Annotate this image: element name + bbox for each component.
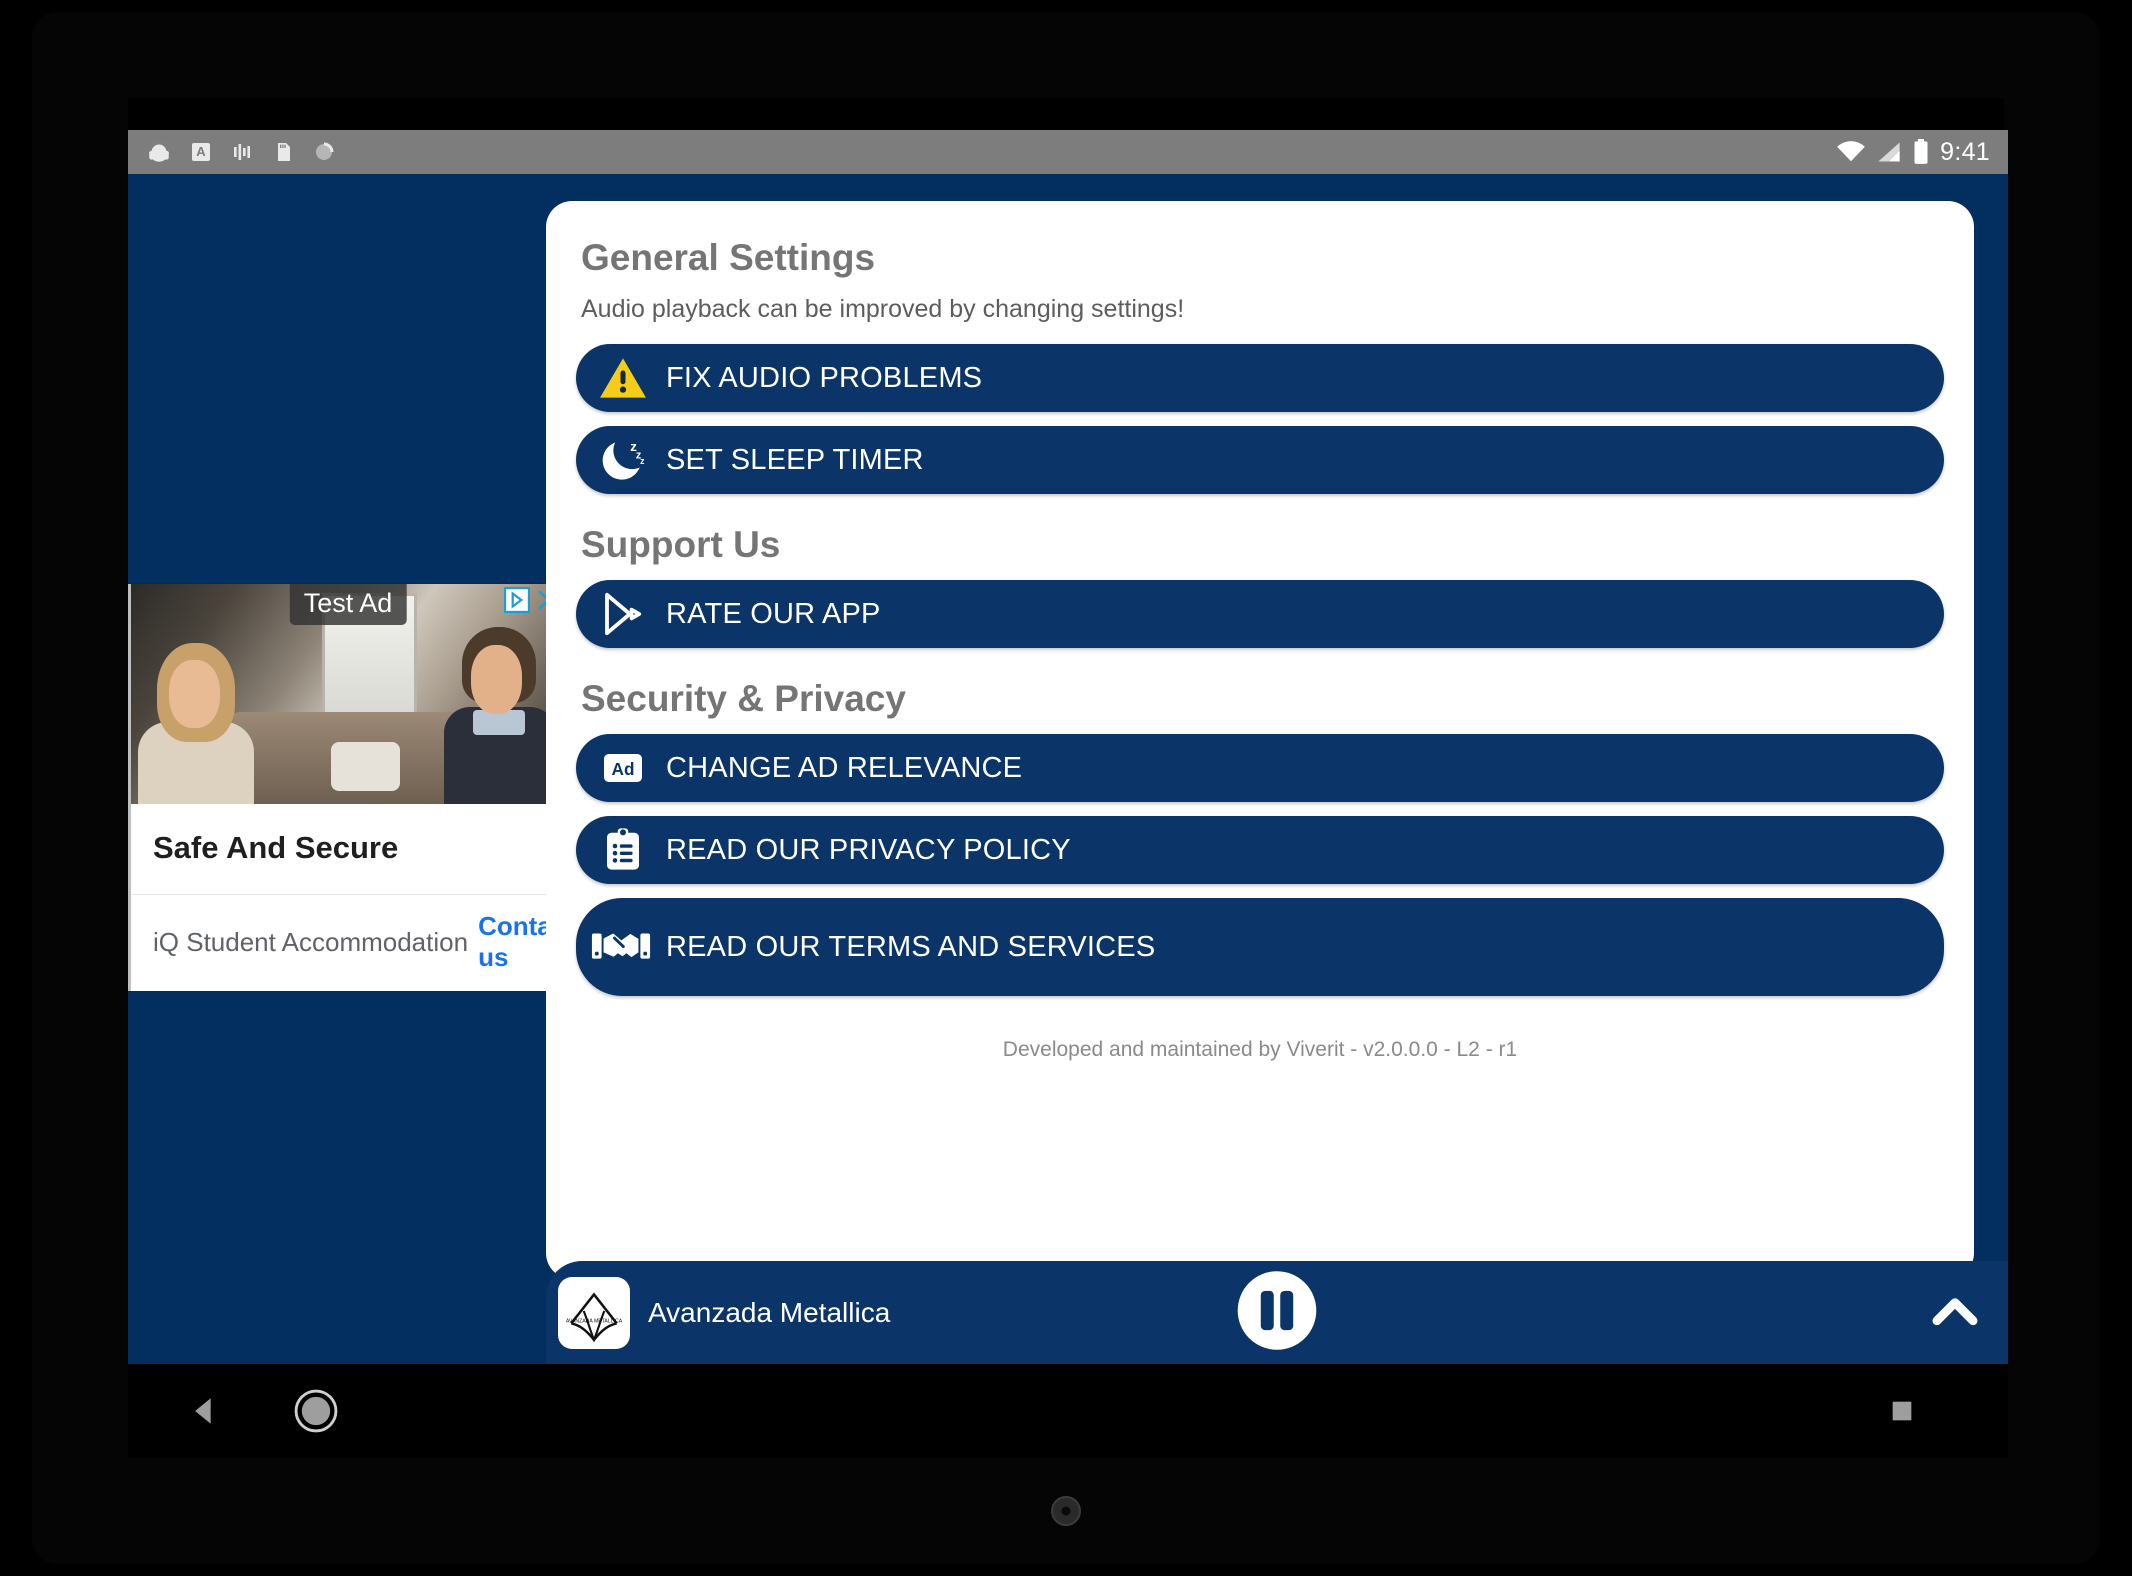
android-status-bar: A 9:41 [128, 130, 2008, 174]
set-sleep-timer-label: SET SLEEP TIMER [666, 443, 924, 476]
sleep-moon-icon: z z z [594, 431, 652, 489]
svg-text:Ad: Ad [612, 759, 635, 779]
ad-image[interactable]: Test Ad [131, 584, 565, 804]
ad-badge-icon: Ad [594, 739, 652, 797]
expand-player-button[interactable] [1924, 1282, 1986, 1344]
nav-back-button[interactable] [188, 1394, 222, 1428]
ad-test-badge: Test Ad [289, 584, 407, 625]
station-title: Avanzada Metallica [648, 1296, 891, 1328]
ad-headline: Safe And Secure [131, 804, 565, 895]
clipboard-list-icon [594, 821, 652, 879]
fix-audio-problems-button[interactable]: FIX AUDIO PROBLEMS [576, 344, 1944, 412]
ad-person-right [443, 624, 557, 804]
warning-triangle-icon [594, 349, 652, 407]
read-terms-and-services-label: READ OUR TERMS AND SERVICES [666, 930, 1156, 963]
station-artwork: AVANZADA METALLICA [558, 1276, 630, 1349]
svg-text:AVANZADA METALLICA: AVANZADA METALLICA [566, 1318, 623, 1324]
headphones-icon [149, 142, 169, 162]
section-title-general: General Settings [581, 237, 876, 278]
section-title-security: Security & Privacy [581, 678, 906, 719]
recents-square-icon [1892, 1401, 1912, 1421]
change-ad-relevance-button[interactable]: Ad CHANGE AD RELEVANCE [576, 734, 1944, 802]
set-sleep-timer-button[interactable]: z z z SET SLEEP TIMER [576, 426, 1944, 494]
app-background: Test Ad Safe And Secure iQ Student Accom… [128, 174, 2008, 1364]
nav-home-button[interactable] [293, 1388, 339, 1434]
footer-credit: Developed and maintained by Viverit - v2… [1002, 1038, 1518, 1061]
rate-our-app-button[interactable]: RATE OUR APP [576, 580, 1944, 648]
cell-signal-icon [1878, 142, 1900, 162]
settings-sheet: General Settings Audio playback can be i… [546, 201, 1974, 1279]
ad-advertiser-name: iQ Student Accommodation [153, 926, 469, 957]
wifi-icon [1837, 141, 1865, 162]
handshake-icon [590, 918, 652, 976]
ad-scene-cushion [330, 742, 401, 791]
ad-footer: iQ Student Accommodation Contact us [131, 895, 599, 991]
status-bar-clock: 9:41 [1940, 137, 1990, 166]
chevron-up-icon [1932, 1297, 1978, 1325]
android-navigation-bar [128, 1364, 2008, 1458]
sd-card-icon [278, 143, 290, 161]
google-play-icon [594, 585, 652, 643]
equalizer-icon [234, 144, 250, 160]
pause-icon [1237, 1270, 1317, 1350]
home-circle-icon [294, 1389, 338, 1433]
mini-player-bar: AVANZADA METALLICA Avanzada Metallica [546, 1261, 2008, 1364]
battery-icon [1914, 139, 1928, 164]
fix-audio-problems-label: FIX AUDIO PROBLEMS [666, 361, 983, 394]
read-terms-and-services-button[interactable]: READ OUR TERMS AND SERVICES [576, 898, 1944, 996]
adchoices-icon[interactable] [504, 587, 530, 613]
advertisement-card[interactable]: Test Ad Safe And Secure iQ Student Accom… [128, 584, 599, 991]
svg-text:z: z [640, 456, 645, 466]
pause-button[interactable] [1236, 1269, 1318, 1356]
read-privacy-policy-label: READ OUR PRIVACY POLICY [666, 833, 1071, 866]
section-subtitle-general: Audio playback can be improved by changi… [581, 295, 1185, 323]
sync-icon [316, 142, 334, 160]
device-sensor-dot [1051, 1496, 1081, 1526]
read-privacy-policy-button[interactable]: READ OUR PRIVACY POLICY [576, 816, 1944, 884]
status-bar-left-icons: A [146, 139, 336, 165]
ad-person-left [135, 632, 257, 804]
font-size-icon: A [192, 143, 210, 161]
nav-recents-button[interactable] [1888, 1397, 1916, 1425]
change-ad-relevance-label: CHANGE AD RELEVANCE [666, 751, 1023, 784]
section-title-support: Support Us [581, 524, 781, 565]
rate-our-app-label: RATE OUR APP [666, 597, 881, 630]
status-bar-right-icons: 9:41 [1836, 138, 1990, 167]
back-triangle-icon [195, 1398, 211, 1424]
svg-text:A: A [196, 144, 206, 159]
